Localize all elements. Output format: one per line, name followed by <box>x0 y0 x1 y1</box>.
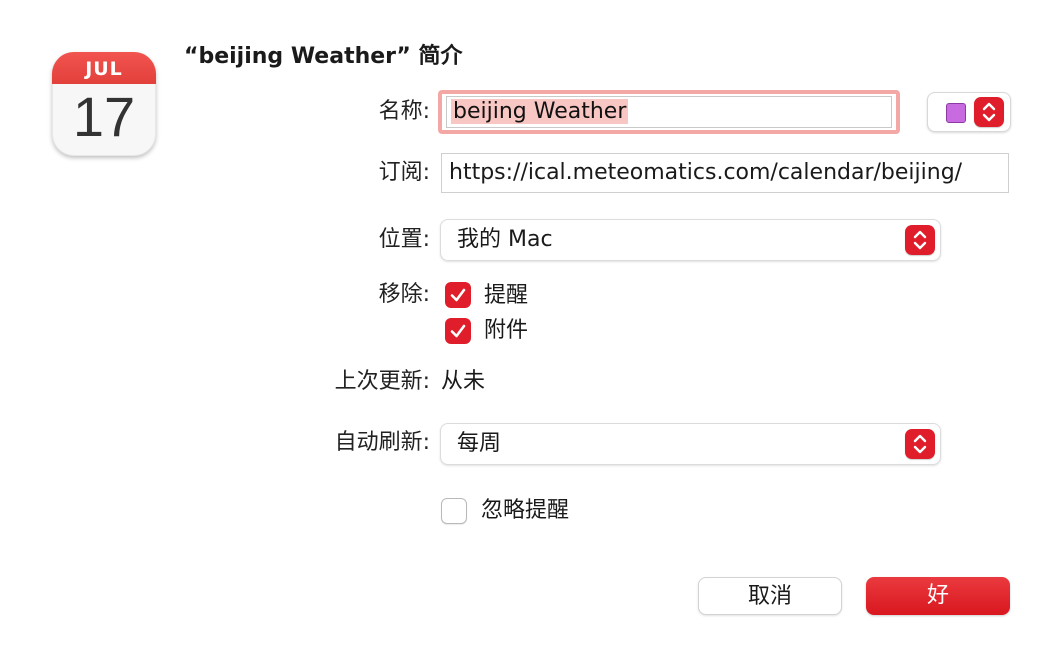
auto-refresh-label: 自动刷新: <box>334 430 430 455</box>
last-updated-value: 从未 <box>441 369 486 394</box>
color-popup-chevron-icon <box>974 97 1004 127</box>
name-value[interactable]: beijing Weather <box>451 99 629 124</box>
checkmark-icon <box>450 324 466 338</box>
location-value: 我的 Mac <box>457 227 553 252</box>
remove-attachments-label[interactable]: 附件 <box>484 316 528 346</box>
checkmark-icon <box>450 288 466 302</box>
calendar-info-dialog: JUL 17 “beijing Weather” 简介 名称: beijing … <box>0 0 1050 656</box>
cancel-button[interactable]: 取消 <box>698 577 842 615</box>
remove-alerts-checkbox[interactable] <box>445 282 471 308</box>
calendar-icon-day: 17 <box>72 85 136 148</box>
name-label: 名称: <box>378 99 430 124</box>
name-field[interactable]: beijing Weather <box>438 90 900 134</box>
remove-alerts-label[interactable]: 提醒 <box>484 281 528 311</box>
calendar-color-swatch <box>946 103 966 123</box>
calendar-app-icon: JUL 17 <box>52 52 156 156</box>
auto-refresh-popup[interactable]: 每周 <box>440 423 941 465</box>
location-label: 位置: <box>378 227 430 252</box>
last-updated-label: 上次更新: <box>334 369 430 394</box>
auto-refresh-chevron-icon <box>905 429 935 459</box>
subscribe-url-field[interactable]: https://ical.meteomatics.com/calendar/be… <box>441 153 1009 193</box>
subscribe-label: 订阅: <box>378 160 430 185</box>
remove-label: 移除: <box>378 282 430 307</box>
remove-attachments-checkbox[interactable] <box>445 318 471 344</box>
ok-button[interactable]: 好 <box>866 577 1010 615</box>
dialog-title: “beijing Weather” 简介 <box>184 44 463 69</box>
ignore-alerts-label[interactable]: 忽略提醒 <box>481 496 569 526</box>
location-popup[interactable]: 我的 Mac <box>440 219 941 261</box>
ignore-alerts-checkbox[interactable] <box>441 498 467 524</box>
location-chevron-icon <box>905 225 935 255</box>
calendar-color-popup[interactable] <box>927 92 1011 132</box>
auto-refresh-value: 每周 <box>457 431 502 456</box>
calendar-icon-month: JUL <box>52 52 156 84</box>
